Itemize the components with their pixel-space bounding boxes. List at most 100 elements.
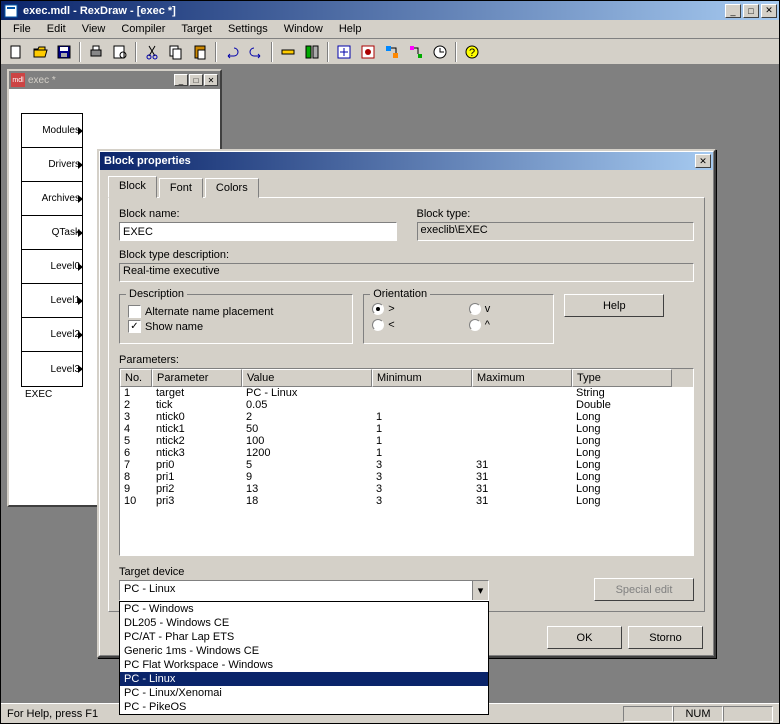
orientation-right-radio[interactable]: > [372,303,449,315]
cancel-button[interactable]: Storno [628,626,703,649]
menu-edit[interactable]: Edit [39,21,74,37]
tab-font[interactable]: Font [159,178,203,198]
dropdown-option[interactable]: PC - PikeOS [120,700,488,714]
alt-name-checkbox-row[interactable]: Alternate name placement [128,305,344,318]
tb-icon-2[interactable] [301,41,323,63]
print-icon[interactable] [85,41,107,63]
dropdown-option[interactable]: PC - Windows [120,602,488,616]
menu-file[interactable]: File [5,21,39,37]
col-minimum[interactable]: Minimum [372,369,472,387]
tb-icon-7[interactable] [429,41,451,63]
menu-view[interactable]: View [74,21,114,37]
menu-help[interactable]: Help [331,21,370,37]
tab-panel: Block name: Block type: execlib\EXEC Blo… [108,197,705,612]
dropdown-option[interactable]: PC/AT - Phar Lap ETS [120,630,488,644]
table-row[interactable]: 7pri05331Long [120,459,693,471]
tb-icon-1[interactable] [277,41,299,63]
table-row[interactable]: 4ntick1501Long [120,423,693,435]
table-row[interactable]: 2tick0.05Double [120,399,693,411]
child-minimize-button[interactable]: _ [174,74,188,86]
target-device-dropdown[interactable]: PC - Linux ▾ PC - WindowsDL205 - Windows… [119,580,489,601]
tb-icon-5[interactable] [381,41,403,63]
parameters-table: No. Parameter Value Minimum Maximum Type… [119,368,694,556]
exec-block[interactable]: Modules Drivers Archives QTask Level0 Le… [21,113,83,387]
target-device-label: Target device [119,566,489,578]
special-edit-button[interactable]: Special edit [594,578,694,601]
block-type-label: Block type: [417,208,695,220]
exec-cell: Level3 [22,352,82,386]
col-parameter[interactable]: Parameter [152,369,242,387]
show-name-label: Show name [145,321,203,333]
exec-cell: Level0 [22,250,82,284]
orientation-down-radio[interactable]: v [469,303,546,315]
exec-cell: QTask [22,216,82,250]
tab-colors[interactable]: Colors [205,178,259,198]
target-device-value: PC - Linux [120,581,472,600]
alt-name-checkbox[interactable] [128,305,141,318]
open-icon[interactable] [29,41,51,63]
menu-settings[interactable]: Settings [220,21,276,37]
dialog-close-button[interactable]: ✕ [695,154,711,168]
exec-cell: Modules [22,114,82,148]
application-window: exec.mdl - RexDraw - [exec *] _ □ ✕ File… [0,0,780,724]
menu-compiler[interactable]: Compiler [113,21,173,37]
print-preview-icon[interactable] [109,41,131,63]
tb-icon-6[interactable] [405,41,427,63]
tb-icon-4[interactable] [357,41,379,63]
col-no[interactable]: No. [120,369,152,387]
child-title-text: exec * [28,75,174,86]
title-text: exec.mdl - RexDraw - [exec *] [23,5,725,17]
table-row[interactable]: 5ntick21001Long [120,435,693,447]
block-name-input[interactable] [119,222,397,241]
separator [79,42,81,62]
dropdown-option[interactable]: PC Flat Workspace - Windows [120,658,488,672]
child-close-button[interactable]: ✕ [204,74,218,86]
redo-icon[interactable] [245,41,267,63]
block-type-value: execlib\EXEC [417,222,695,241]
table-row[interactable]: 10pri318331Long [120,495,693,507]
show-name-checkbox-row[interactable]: ✓ Show name [128,320,344,333]
mdi-workspace: mdl exec * _ □ ✕ Modules Drivers Archive… [1,65,779,703]
cut-icon[interactable] [141,41,163,63]
table-row[interactable]: 1targetPC - LinuxString [120,387,693,399]
parameters-label: Parameters: [119,354,694,366]
child-maximize-button[interactable]: □ [189,74,203,86]
tb-icon-3[interactable] [333,41,355,63]
help-icon[interactable]: ? [461,41,483,63]
parameters-body[interactable]: 1targetPC - LinuxString2tick0.05Double3n… [120,387,693,555]
show-name-checkbox[interactable]: ✓ [128,320,141,333]
orientation-left-radio[interactable]: < [372,319,449,331]
dropdown-option[interactable]: PC - Linux/Xenomai [120,686,488,700]
table-row[interactable]: 6ntick312001Long [120,447,693,459]
ok-button[interactable]: OK [547,626,622,649]
separator [215,42,217,62]
orientation-up-radio[interactable]: ^ [469,319,546,331]
tab-block[interactable]: Block [108,176,157,198]
col-value[interactable]: Value [242,369,372,387]
maximize-button[interactable]: □ [743,4,759,18]
save-icon[interactable] [53,41,75,63]
table-row[interactable]: 8pri19331Long [120,471,693,483]
tab-bar: Block Font Colors [108,178,705,198]
dropdown-option[interactable]: PC - Linux [120,672,488,686]
dropdown-arrow-icon[interactable]: ▾ [472,581,488,600]
col-maximum[interactable]: Maximum [472,369,572,387]
orientation-group-title: Orientation [370,288,430,300]
table-row[interactable]: 9pri213331Long [120,483,693,495]
minimize-button[interactable]: _ [725,4,741,18]
svg-text:?: ? [469,47,475,59]
separator [135,42,137,62]
menu-window[interactable]: Window [276,21,331,37]
col-type[interactable]: Type [572,369,672,387]
dropdown-option[interactable]: DL205 - Windows CE [120,616,488,630]
paste-icon[interactable] [189,41,211,63]
table-row[interactable]: 3ntick021Long [120,411,693,423]
undo-icon[interactable] [221,41,243,63]
copy-icon[interactable] [165,41,187,63]
dropdown-option[interactable]: Generic 1ms - Windows CE [120,644,488,658]
menu-bar: File Edit View Compiler Target Settings … [1,20,779,39]
new-icon[interactable] [5,41,27,63]
help-button[interactable]: Help [564,294,664,317]
close-button[interactable]: ✕ [761,4,777,18]
menu-target[interactable]: Target [173,21,220,37]
